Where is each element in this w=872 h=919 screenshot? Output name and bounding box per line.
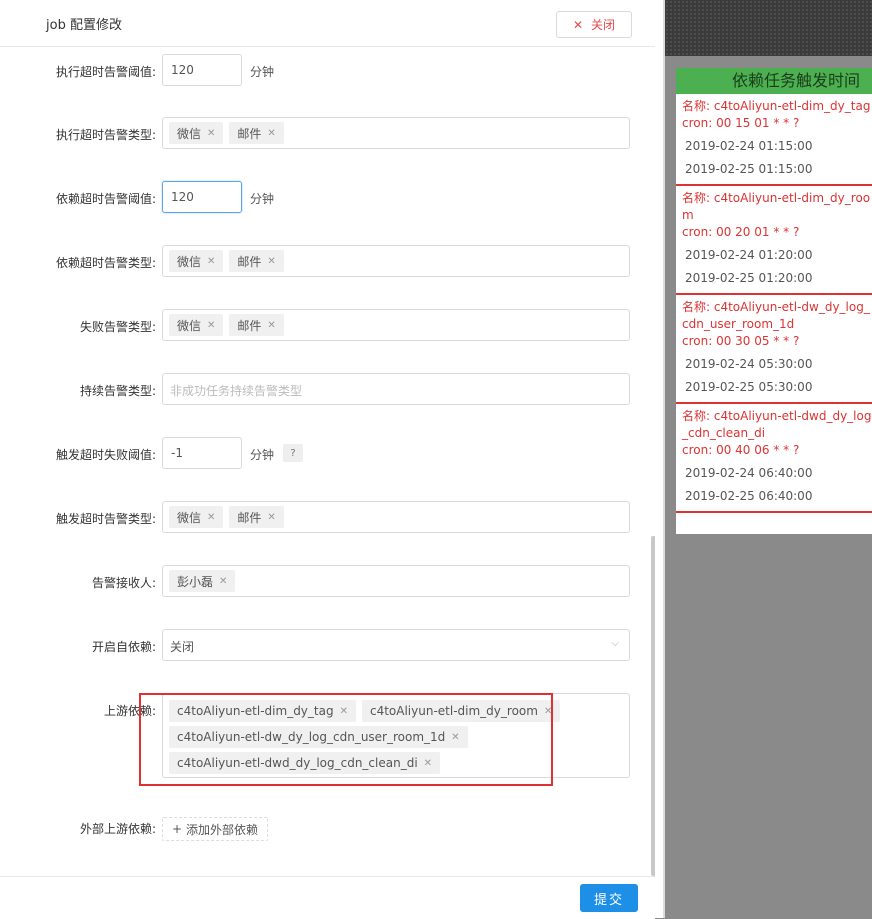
trigger-entry: 名称: c4toAliyun-etl-dw_dy_log_cdn_user_ro… xyxy=(676,295,872,404)
trigger-fail-threshold-input[interactable]: -1 xyxy=(162,437,242,469)
tag-remove-icon[interactable]: ✕ xyxy=(267,128,275,139)
background-header xyxy=(665,0,872,56)
tag-item: 邮件 ✕ xyxy=(229,122,284,144)
plus-icon: + xyxy=(171,822,183,836)
dep-timeout-threshold-input[interactable]: 120 xyxy=(162,181,242,213)
tag-remove-icon[interactable]: ✕ xyxy=(267,256,275,267)
persist-types-select[interactable]: 非成功任务持续告警类型 xyxy=(162,373,630,405)
tag-remove-icon[interactable]: ✕ xyxy=(207,320,215,331)
dep-timeout-types-label: 依赖超时告警类型: xyxy=(55,256,156,270)
job-config-modal: job 配置修改 ✕ 关闭 执行超时告警阈值: 120 分钟 执行超时告警类型:… xyxy=(0,0,656,919)
dep-timeout-threshold-label: 依赖超时告警阈值: xyxy=(55,192,156,206)
tag-item: c4toAliyun-etl-dim_dy_room ✕ xyxy=(361,700,561,722)
trigger-timeout-types-label: 触发超时告警类型: xyxy=(55,512,156,526)
tag-item: 微信 ✕ xyxy=(169,122,224,144)
trigger-entry: 名称: c4toAliyun-etl-dwd_dy_log_cdn_clean_… xyxy=(676,404,872,513)
receivers-select[interactable]: 彭小磊 ✕ xyxy=(162,565,630,597)
tag-item: 邮件 ✕ xyxy=(229,506,284,528)
tag-remove-icon[interactable]: ✕ xyxy=(424,758,432,769)
trigger-entry: 名称: c4toAliyun-etl-dim_dy_room cron: 00 … xyxy=(676,186,872,295)
upstream-label: 上游依赖: xyxy=(103,704,156,718)
modal-footer xyxy=(0,876,655,919)
tag-remove-icon[interactable]: ✕ xyxy=(451,732,459,743)
exec-timeout-types-label: 执行超时告警类型: xyxy=(55,128,156,142)
add-external-dep-button[interactable]: + 添加外部依赖 xyxy=(162,817,268,841)
divider xyxy=(663,0,665,918)
tag-remove-icon[interactable]: ✕ xyxy=(219,576,227,587)
submit-button[interactable]: 提交 xyxy=(580,884,638,912)
exec-timeout-threshold-label: 执行超时告警阈值: xyxy=(55,65,156,79)
tag-item: c4toAliyun-etl-dw_dy_log_cdn_user_room_1… xyxy=(169,726,468,748)
tag-remove-icon[interactable]: ✕ xyxy=(340,706,348,717)
tag-item: 微信 ✕ xyxy=(169,250,224,272)
tag-item: 邮件 ✕ xyxy=(229,250,284,272)
self-dep-select[interactable]: 关闭 ⌵ xyxy=(162,629,630,661)
fail-types-select[interactable]: 微信 ✕ 邮件 ✕ xyxy=(162,309,630,341)
tag-item: 彭小磊 ✕ xyxy=(169,570,236,592)
help-icon[interactable]: ? xyxy=(283,444,303,462)
close-label: 关闭 xyxy=(591,18,616,32)
chevron-down-icon: ⌵ xyxy=(611,638,619,649)
exec-timeout-types-select[interactable]: 微信 ✕ 邮件 ✕ xyxy=(162,117,630,149)
trigger-fail-threshold-label: 触发超时失败阈值: xyxy=(55,448,156,462)
dep-timeout-unit: 分钟 xyxy=(250,192,275,206)
exec-timeout-threshold-input[interactable]: 120 xyxy=(162,54,242,86)
tag-item: 微信 ✕ xyxy=(169,506,224,528)
tag-remove-icon[interactable]: ✕ xyxy=(267,512,275,523)
dep-timeout-types-select[interactable]: 微信 ✕ 邮件 ✕ xyxy=(162,245,630,277)
tag-item: c4toAliyun-etl-dwd_dy_log_cdn_clean_di ✕ xyxy=(169,752,441,774)
trigger-time-panel: 依赖任务触发时间 名称: c4toAliyun-etl-dim_dy_tag c… xyxy=(676,68,872,534)
tag-remove-icon[interactable]: ✕ xyxy=(267,320,275,331)
external-upstream-label: 外部上游依赖: xyxy=(79,822,156,836)
tag-item: 邮件 ✕ xyxy=(229,314,284,336)
close-button[interactable]: ✕ 关闭 xyxy=(556,11,632,38)
receivers-label: 告警接收人: xyxy=(91,576,156,590)
self-dep-label: 开启自依赖: xyxy=(91,640,156,654)
upstream-select[interactable]: c4toAliyun-etl-dim_dy_tag ✕ c4toAliyun-etl… xyxy=(162,693,630,778)
tag-item: 微信 ✕ xyxy=(169,314,224,336)
close-icon: ✕ xyxy=(572,17,584,32)
trigger-timeout-types-select[interactable]: 微信 ✕ 邮件 ✕ xyxy=(162,501,630,533)
tag-remove-icon[interactable]: ✕ xyxy=(544,706,552,717)
tag-remove-icon[interactable]: ✕ xyxy=(207,256,215,267)
tag-remove-icon[interactable]: ✕ xyxy=(207,512,215,523)
tag-remove-icon[interactable]: ✕ xyxy=(207,128,215,139)
fail-types-label: 失败告警类型: xyxy=(79,320,156,334)
trigger-panel-title: 依赖任务触发时间 xyxy=(676,68,872,94)
tag-item: c4toAliyun-etl-dim_dy_tag ✕ xyxy=(169,700,356,722)
persist-types-placeholder: 非成功任务持续告警类型 xyxy=(170,384,303,398)
self-dep-value: 关闭 xyxy=(170,640,195,654)
trigger-entry: 名称: c4toAliyun-etl-dim_dy_tag cron: 00 1… xyxy=(676,94,872,186)
persist-types-label: 持续告警类型: xyxy=(79,384,156,398)
modal-title: job 配置修改 xyxy=(46,18,122,33)
modal-header: job 配置修改 ✕ 关闭 xyxy=(0,0,655,47)
trigger-fail-unit: 分钟 xyxy=(250,448,275,462)
exec-timeout-unit: 分钟 xyxy=(250,65,275,79)
